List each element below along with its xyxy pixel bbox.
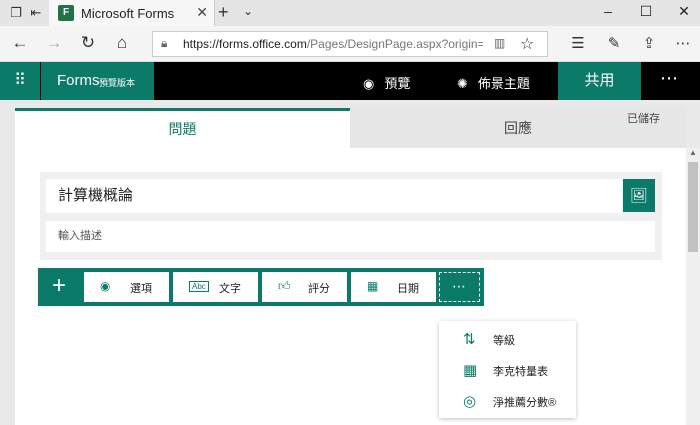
insert-image-icon[interactable]: 🖼︎ [623, 179, 655, 212]
share-icon[interactable]: ⇪ [638, 34, 660, 52]
calendar-icon: ▦ [367, 279, 379, 293]
home-button[interactable]: ⌂ [110, 33, 134, 53]
saved-status: 已儲存 [627, 113, 660, 125]
add-question-plus-icon[interactable]: + [38, 268, 80, 306]
forward-button[interactable]: → [42, 33, 66, 53]
theme-button[interactable]: ✺ 佈景主題 [457, 73, 530, 92]
menu-item-likert[interactable]: ▦ 李克特量表 [439, 355, 576, 385]
favorite-star-icon[interactable]: ☆ [520, 34, 534, 54]
more-options-icon[interactable]: ⋯ [660, 68, 679, 89]
thumbs-up-icon: 👍︎ [278, 279, 291, 293]
sort-arrows-icon: ⇅ [463, 331, 476, 348]
brand-name: Forms [57, 72, 100, 89]
menu-item-nps[interactable]: ◎ 淨推薦分數® [439, 386, 576, 416]
tab-title: Microsoft Forms [81, 6, 175, 21]
menu-item-ranking[interactable]: ⇅ 等級 [439, 324, 576, 354]
form-tabs: 問題 回應 [15, 108, 686, 148]
preview-badge: 預覽版本 [99, 78, 136, 88]
address-bar-row: ← → ↻ ⌂ 🔒︎ https://forms.office.com/Page… [0, 26, 700, 62]
grid-table-icon: ▦ [463, 362, 478, 379]
browser-tab-strip: ❐ ⇤ F Microsoft Forms ✕ + ⌄ – ☐ ✕ [0, 0, 700, 26]
new-tab-button[interactable]: + [218, 2, 229, 23]
close-window-button[interactable]: ✕ [669, 3, 699, 20]
add-text-button[interactable]: Abc 文字 [173, 272, 258, 302]
text-field-icon: Abc [189, 281, 209, 292]
scrollbar[interactable]: ▲ [686, 148, 700, 425]
favorites-hub-icon[interactable]: ☰ [567, 34, 589, 52]
form-description-input[interactable]: 輸入描述 [46, 221, 655, 252]
brand[interactable]: Forms 預覽版本 [41, 62, 154, 100]
set-aside-tabs-icon[interactable]: ⇤ [28, 5, 44, 21]
gauge-icon: ◎ [463, 393, 477, 410]
url-text: https://forms.office.com/Pages/DesignPag… [183, 37, 483, 51]
share-button[interactable]: 共用 [558, 62, 641, 100]
tab-preview-chevron-icon[interactable]: ⌄ [243, 4, 253, 18]
maximize-button[interactable]: ☐ [631, 3, 661, 20]
app-header: ⠿ Forms 預覽版本 ◉ 預覽 ✺ 佈景主題 共用 ⋯ [0, 62, 700, 100]
browser-tab[interactable]: F Microsoft Forms ✕ [49, 0, 215, 26]
app-launcher-icon[interactable]: ⠿ [0, 62, 40, 100]
lock-icon: 🔒︎ [161, 36, 168, 50]
tab-questions[interactable]: 問題 [15, 108, 350, 148]
scrollbar-thumb[interactable] [688, 162, 698, 252]
back-button[interactable]: ← [8, 33, 32, 53]
minimize-button[interactable]: – [593, 3, 623, 19]
add-choice-button[interactable]: ◉ 選項 [84, 272, 169, 302]
radio-icon: ◉ [100, 279, 111, 293]
web-note-pen-icon[interactable]: ✎ [603, 34, 625, 52]
browser-more-icon[interactable]: ⋯ [672, 34, 694, 52]
preview-button[interactable]: ◉ 預覽 [363, 73, 410, 92]
refresh-button[interactable]: ↻ [76, 33, 100, 53]
more-question-types-menu: ⇅ 等級 ▦ 李克特量表 ◎ 淨推薦分數® [439, 321, 576, 418]
add-rating-button[interactable]: 👍︎ 評分 [262, 272, 347, 302]
more-question-types-button[interactable]: ⋯ [439, 272, 480, 302]
address-bar[interactable]: 🔒︎ https://forms.office.com/Pages/Design… [152, 31, 548, 57]
palette-icon: ✺ [457, 76, 468, 91]
close-tab-icon[interactable]: ✕ [196, 4, 208, 21]
reading-view-icon[interactable]: ▥ [494, 36, 505, 50]
add-date-button[interactable]: ▦ 日期 [351, 272, 436, 302]
tab-actions-icon[interactable]: ❐ [8, 5, 24, 21]
eye-icon: ◉ [363, 76, 375, 91]
form-title-input[interactable]: 計算機概論 [46, 179, 622, 213]
forms-logo-icon: F [58, 5, 74, 21]
scroll-up-arrow-icon[interactable]: ▲ [686, 148, 700, 160]
